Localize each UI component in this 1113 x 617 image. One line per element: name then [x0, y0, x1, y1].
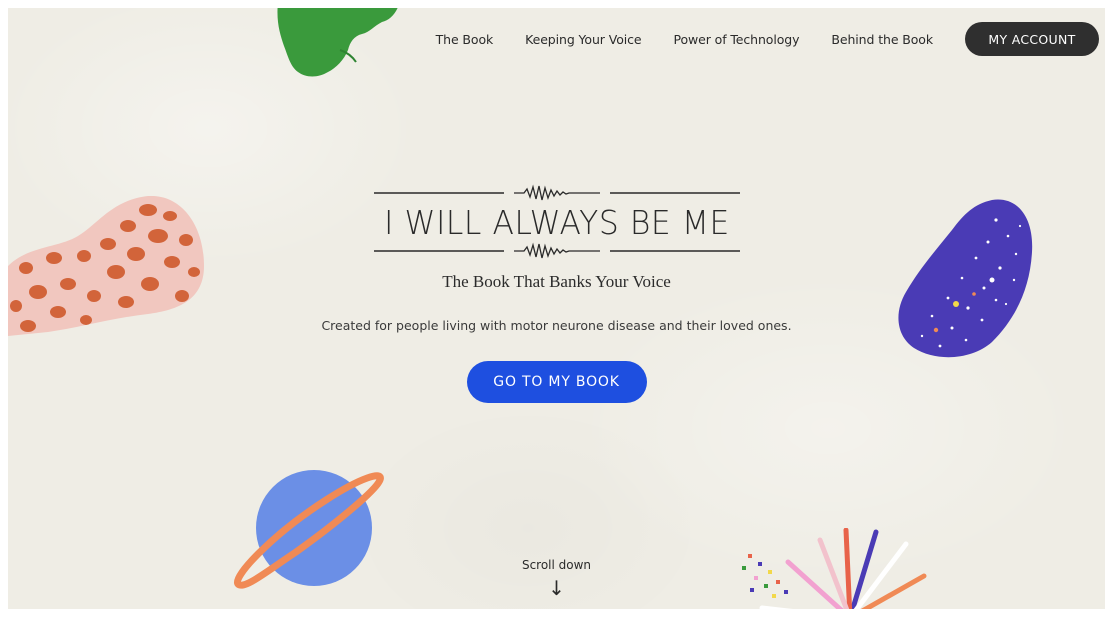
- go-to-my-book-button[interactable]: GO TO MY BOOK: [466, 361, 647, 403]
- green-leaf-decoration: [277, 8, 398, 77]
- main-navigation: The Book Keeping Your Voice Power of Tec…: [436, 22, 1099, 56]
- arrow-down-icon: ↓: [548, 576, 565, 600]
- nav-link-keeping-your-voice[interactable]: Keeping Your Voice: [525, 32, 641, 47]
- page-title: I WILL ALWAYS BE ME: [383, 203, 730, 242]
- hero-subtitle: The Book That Banks Your Voice: [442, 272, 671, 291]
- nav-link-behind-the-book[interactable]: Behind the Book: [831, 32, 933, 47]
- soundwave-divider-bottom-icon: [373, 242, 740, 259]
- scroll-down-indicator[interactable]: Scroll down ↓: [8, 558, 1105, 598]
- hero-description: Created for people living with motor neu…: [321, 318, 792, 333]
- soundwave-divider-top-icon: [373, 184, 740, 201]
- title-lockup: I WILL ALWAYS BE ME: [373, 184, 740, 260]
- page-frame: The Book Keeping Your Voice Power of Tec…: [8, 8, 1105, 609]
- nav-link-the-book[interactable]: The Book: [436, 32, 494, 47]
- my-account-button[interactable]: MY ACCOUNT: [965, 22, 1099, 56]
- hero-section: I WILL ALWAYS BE ME The Book That Banks …: [8, 184, 1105, 403]
- scroll-down-label: Scroll down: [521, 558, 592, 572]
- nav-link-power-of-technology[interactable]: Power of Technology: [673, 32, 799, 47]
